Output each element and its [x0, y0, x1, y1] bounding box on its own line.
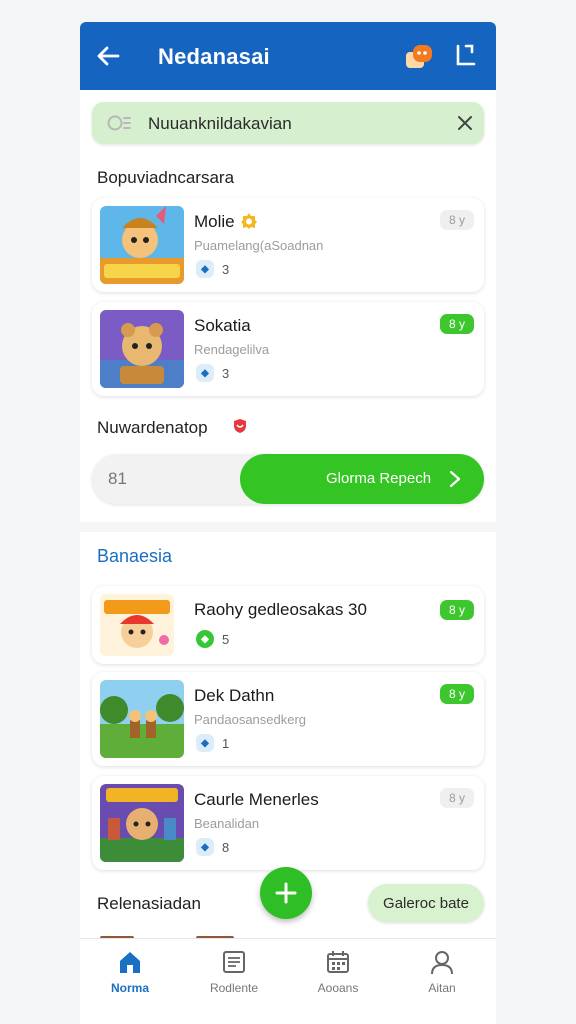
item-count: 8 [222, 839, 230, 855]
document-icon [223, 951, 245, 973]
progress-value: 81 [108, 469, 127, 488]
chevron-right-icon [449, 470, 461, 488]
shield-icon: ◆ [196, 734, 214, 752]
status-badge: 8 y [440, 600, 474, 620]
status-badge: 8 y [440, 314, 474, 334]
search-icon [107, 115, 131, 131]
nav-label: Rodlente [209, 981, 259, 995]
progress-action-button[interactable]: Glorma Repech [240, 454, 484, 504]
list-item[interactable]: Molie Puamelang(aSoadnan ◆ 3 8 y [92, 198, 484, 292]
item-stat: ◆ 8 [196, 838, 229, 856]
nav-label: Norma [110, 981, 149, 995]
nav-label: Aooans [317, 981, 359, 995]
nav-label: Aitan [428, 981, 456, 995]
item-count: 3 [222, 261, 230, 277]
item-subtitle: Puamelang(aSoadnan [194, 238, 324, 253]
bottom-navigation: Norma Rodlente Aooans Aitan [80, 938, 496, 1024]
nav-item-calendar[interactable]: Aooans [288, 949, 388, 995]
item-title: Sokatia [194, 316, 251, 335]
plus-icon [275, 882, 297, 904]
nav-item-home[interactable]: Norma [80, 949, 180, 995]
app-screen: Nedanasai Nuuanknildakavian Bopuviadncar… [80, 22, 496, 1024]
section-heading-second: Nuwardenatop [97, 418, 208, 437]
item-stat: ◆ 1 [196, 734, 229, 752]
back-arrow-icon[interactable] [94, 42, 122, 70]
status-badge: 8 y [440, 684, 474, 704]
section-heading-first: Bopuviadncarsara [97, 168, 235, 187]
item-subtitle: Beanalidan [194, 816, 260, 831]
person-icon [431, 951, 453, 975]
item-count: 3 [222, 365, 230, 381]
nav-item-profile[interactable]: Aitan [392, 949, 492, 995]
item-stat: ◆ 3 [196, 364, 229, 382]
list-item[interactable]: Raohy gedleosakas 30 ◆ 5 8 y [92, 586, 484, 664]
share-icon[interactable] [452, 42, 478, 70]
progress-bar: 81 Glorma Repech [92, 454, 484, 504]
progress-action-label: Glorma Repech [326, 470, 432, 487]
chat-bubble-icon[interactable] [404, 42, 434, 72]
home-icon [120, 952, 140, 973]
list-item[interactable]: Sokatia Rendagelilva ◆ 3 8 y [92, 302, 484, 396]
shield-icon: ◆ [196, 630, 214, 648]
item-title: Caurle Menerles [194, 790, 319, 809]
item-subtitle: Rendagelilva [194, 342, 270, 357]
search-field[interactable]: Nuuanknildakavian [92, 102, 484, 144]
close-icon[interactable] [456, 114, 474, 132]
item-count: 1 [222, 735, 230, 751]
status-badge: 8 y [440, 210, 474, 230]
app-bar: Nedanasai [80, 22, 496, 90]
game-thumbnail [100, 680, 184, 758]
shield-icon: ◆ [196, 364, 214, 382]
item-stat: ◆ 3 [196, 260, 229, 278]
section-divider [80, 522, 496, 532]
game-thumbnail [100, 594, 174, 656]
heart-shield-icon [234, 419, 246, 433]
item-title: Raohy gedleosakas 30 [194, 600, 367, 619]
item-subtitle: Pandaosansedkerg [194, 712, 307, 727]
item-title: Molie [194, 212, 235, 231]
calendar-icon [327, 951, 349, 973]
page-title: Nedanasai [158, 44, 270, 69]
list-item[interactable]: Dek Dathn Pandaosansedkerg ◆ 1 8 y [92, 672, 484, 766]
shield-icon: ◆ [196, 838, 214, 856]
shield-icon: ◆ [196, 260, 214, 278]
status-badge: 8 y [440, 788, 474, 808]
list-item[interactable]: Caurle Menerles Beanalidan ◆ 8 8 y [92, 776, 484, 870]
verified-badge-icon [241, 213, 257, 229]
search-input[interactable]: Nuuanknildakavian [148, 114, 292, 134]
section-heading-third: Banaesia [97, 546, 173, 566]
item-stat: ◆ 5 [196, 630, 229, 648]
game-thumbnail [100, 784, 184, 862]
item-count: 5 [222, 631, 230, 647]
section-heading-fourth: Relenasiadan [97, 894, 201, 913]
add-button[interactable] [260, 867, 312, 919]
action-pill-button[interactable]: Galeroc bate [368, 884, 484, 922]
item-title: Dek Dathn [194, 686, 275, 705]
game-thumbnail [100, 310, 184, 388]
game-thumbnail [100, 206, 184, 284]
nav-item-documents[interactable]: Rodlente [184, 949, 284, 995]
